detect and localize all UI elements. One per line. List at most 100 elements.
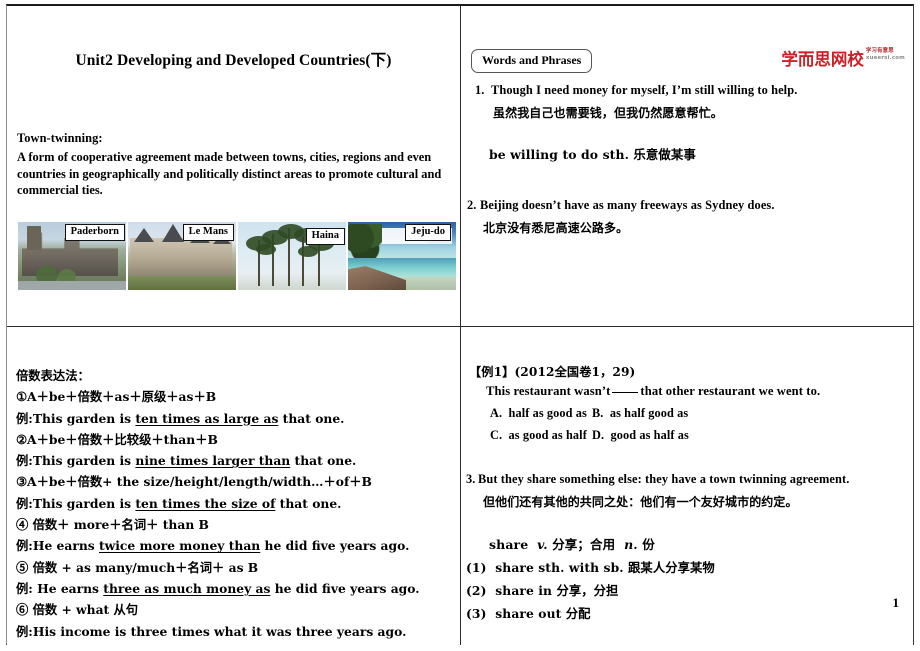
vocab-usage-1-key: (1) [466,560,487,575]
exercise-question-before: This restaurant wasn’t [486,384,611,398]
rule-5-example-underline: three as much money as [103,580,271,596]
item-3-number: 3. [466,472,476,486]
vocab-entry: share v. 分享；合用 n. 份 [489,534,655,553]
roof-icon [162,224,184,242]
item-2-chinese: 北京没有悉尼高速公路多。 [483,221,629,235]
rule-5-example-suffix: he did five years ago. [270,580,420,596]
page-title: Unit2 Developing and Developed Countries… [75,52,392,69]
rule-2-example-suffix: that one. [290,453,357,469]
slide-pane-exercise-share: 【例1】(2012全国卷1，29) This restaurant wasn’t… [461,327,913,645]
option-c-key: C. [490,428,503,442]
photo-haina: Haina [238,222,346,290]
item-3-english: But they share something else: they have… [478,472,850,486]
rule-2-example-underline: nine times larger than [135,453,291,469]
rule-4-example: 例:He earns twice more money than he did … [16,535,420,556]
rule-1-example-suffix: that one. [278,410,345,426]
slide-handout-page: Unit2 Developing and Developed Countries… [0,0,920,651]
rule-3-example-prefix: 例:This garden is [16,495,136,511]
rule-3-pattern: ③A＋be＋倍数+ the size/height/length/width…＋… [16,474,372,490]
vocab-word: share [489,537,529,552]
section-badge-words-and-phrases: Words and Phrases [471,49,593,73]
foliage-icon [348,224,382,258]
option-a-key: A. [490,406,503,420]
item-2-number: 2. [467,198,477,212]
photo-label-haina: Haina [305,228,345,245]
rule-5-example: 例: He earns three as much money as he di… [16,578,420,599]
rule-5-pattern: ⑤ 倍数 + as many/much＋名词＋ as B [16,559,259,575]
term-definition: A form of cooperative agreement made bet… [17,150,442,197]
option-b-key: B. [592,406,604,420]
item-1-number: 1. [475,83,485,97]
lawn-ground [128,276,236,290]
option-b-text: as half good as [609,406,689,420]
exercise-option-a[interactable]: A. half as good as [490,406,587,421]
vocab-def-1: 分享；合用 [552,537,616,552]
rule-4-pattern: ④ 倍数＋ more＋名词＋ than B [16,517,209,533]
rule-2-pattern: ②A＋be＋倍数＋比较级＋than＋B [16,431,218,447]
rule-4-example-underline: twice more money than [98,538,261,554]
rule-3-example-suffix: that one. [275,495,342,511]
slide-pane-title: Unit2 Developing and Developed Countries… [7,6,461,327]
rule-3-example: 例:This garden is ten times the size of t… [16,493,420,514]
rule-3-example-underline: ten times the size of [135,495,276,511]
photo-label-paderborn: Paderborn [64,224,125,241]
option-d-key: D. [592,428,605,442]
item-1-english: Though I need money for myself, I’m stil… [491,83,798,97]
photo-label-jeju-do: Jeju-do [405,224,451,241]
rule-2-example-prefix: 例:This garden is [16,453,136,469]
vocab-usage-3: (3) share out 分配 [466,604,591,622]
photo-paderborn: Paderborn [18,222,126,290]
rule-1-example-underline: ten times as large as [135,410,279,426]
rule-5-example-prefix: 例: He earns [16,580,104,596]
rule-6-example: 例:His income is three times what it was … [16,621,420,642]
rule-1-example: 例:This garden is ten times as large as t… [16,408,420,429]
item-1-phrase: be willing to do sth. 乐意做某事 [489,147,696,162]
vocab-usage-3-key: (3) [466,606,487,621]
item-1-chinese: 虽然我自己也需要钱，但我仍然愿意帮忙。 [493,106,723,120]
exercise-label: 【例1】(2012全国卷1，29) [469,365,636,379]
option-d-text: good as half as [610,428,689,442]
vocab-usage-2-key: (2) [466,583,487,598]
rule-6-example-prefix: 例:His income is three times what it was … [16,623,407,639]
item-3-chinese: 但他们还有其他的共同之处：他们有一个友好城市的约定。 [483,495,798,509]
brand-logo: 学而思网校 学习有意思 xueersi.com [781,46,905,70]
vocab-usage-2-text: share in 分享，分担 [495,583,619,598]
exercise-option-b[interactable]: B. as half good as [592,406,688,421]
item-2-english: Beijing doesn’t have as many freeways as… [480,198,775,212]
option-c-text: as good as half [508,428,587,442]
roof-icon [134,228,154,242]
slide-pane-words-phrases: Words and Phrases 学而思网校 学习有意思 xueersi.co… [461,6,913,327]
vocab-usage-1-text: share sth. with sb. 跟某人分享某物 [495,560,715,575]
exercise-question: This restaurant wasn’t that other restaur… [486,384,820,399]
brand-logo-text: 学而思网校 [781,50,864,69]
brand-tagline-url: xueersi.com [865,54,905,61]
rule-1-example-prefix: 例:This garden is [16,410,136,426]
exercise-question-after: that other restaurant we went to. [640,384,821,398]
photo-jeju-do: Jeju-do [348,222,456,290]
rule-6-pattern: ⑥ 倍数 + what 从句 [16,602,139,618]
exercise-option-d[interactable]: D. good as half as [592,428,689,443]
plaza-ground [18,281,126,290]
vocab-pos-2: n. [624,537,638,552]
vocab-pos-1: v. [537,537,548,552]
tower-icon [27,226,41,250]
vocab-usage-2: (2) share in 分享，分担 [466,581,618,599]
vocab-usage-3-text: share out 分配 [495,606,591,621]
slide-grid: Unit2 Developing and Developed Countries… [6,4,914,645]
rule-1-pattern: ①A＋be＋倍数＋as＋原级＋as＋B [16,389,217,405]
slide-pane-multiples-grammar: 倍数表达法： ①A＋be＋倍数＋as＋原级＋as＋B 例:This garden… [7,327,461,645]
multiples-rule-list: 倍数表达法： ①A＋be＋倍数＋as＋原级＋as＋B 例:This garden… [16,365,420,642]
multiples-heading: 倍数表达法： [16,368,90,383]
photo-label-le-mans: Le Mans [182,224,234,241]
exercise-option-c[interactable]: C. as good as half [490,428,587,443]
rule-2-example: 例:This garden is nine times larger than … [16,450,420,471]
vocab-def-2: 份 [642,537,655,552]
vocab-usage-1: (1) share sth. with sb. 跟某人分享某物 [466,558,715,576]
rule-4-example-suffix: he did five years ago. [260,538,410,554]
photo-le-mans: Le Mans [128,222,236,290]
rule-4-example-prefix: 例:He earns [16,538,99,554]
page-number: 1 [892,595,900,610]
exercise-blank [612,392,639,393]
term-heading: Town-twinning: [17,131,103,145]
brand-logo-tagline: 学习有意思 xueersi.com [866,46,905,61]
